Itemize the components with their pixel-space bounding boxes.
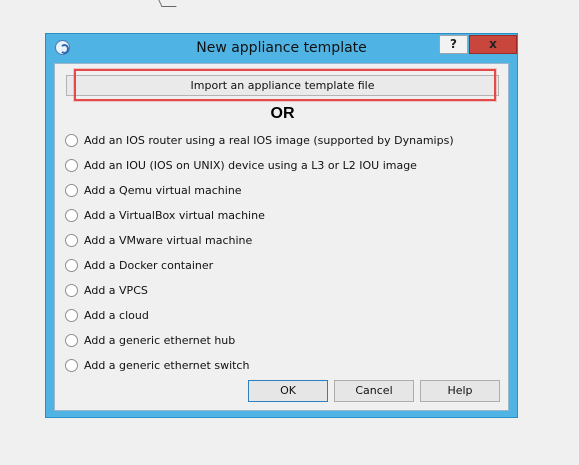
help-title-button[interactable]: ? [439,35,468,54]
option-vmware-vm[interactable]: Add a VMware virtual machine [65,231,252,249]
option-iou-device[interactable]: Add an IOU (IOS on UNIX) device using a … [65,156,417,174]
ok-button[interactable]: OK [248,380,328,402]
option-virtualbox-vm[interactable]: Add a VirtualBox virtual machine [65,206,265,224]
radio-button[interactable] [65,183,78,197]
radio-button[interactable] [65,208,78,222]
mouse-cursor-icon [158,0,177,7]
help-button[interactable]: Help [420,380,500,402]
radio-button[interactable] [65,283,78,297]
option-label: Add a generic ethernet switch [84,358,250,372]
import-highlight-box [74,69,496,101]
radio-button[interactable] [65,233,78,247]
radio-button[interactable] [65,258,78,272]
option-label: Add a VPCS [84,283,148,297]
option-qemu-vm[interactable]: Add a Qemu virtual machine [65,181,242,199]
option-docker-container[interactable]: Add a Docker container [65,256,213,274]
option-label: Add a VMware virtual machine [84,233,253,247]
option-cloud[interactable]: Add a cloud [65,306,149,324]
option-label: Add an IOS router using a real IOS image… [84,133,454,147]
title-bar[interactable]: New appliance template ? x [46,34,517,62]
option-label: Add a generic ethernet hub [84,333,236,347]
or-separator: OR [270,105,295,122]
radio-button[interactable] [65,358,78,372]
option-ios-router[interactable]: Add an IOS router using a real IOS image… [65,131,454,149]
radio-button[interactable] [65,333,78,347]
radio-button[interactable] [65,158,78,172]
cancel-button[interactable]: Cancel [334,380,414,402]
new-appliance-template-dialog: New appliance template ? x Import an app… [45,33,518,418]
option-ethernet-switch[interactable]: Add a generic ethernet switch [65,356,249,374]
option-label: Add an IOU (IOS on UNIX) device using a … [84,158,417,172]
option-label: Add a Docker container [84,258,214,272]
option-ethernet-hub[interactable]: Add a generic ethernet hub [65,331,235,349]
close-button[interactable]: x [469,35,517,54]
option-vpcs[interactable]: Add a VPCS [65,281,148,299]
option-label: Add a Qemu virtual machine [84,183,242,197]
radio-button[interactable] [65,308,78,322]
option-label: Add a cloud [84,308,149,322]
radio-button[interactable] [65,133,78,147]
option-label: Add a VirtualBox virtual machine [84,208,265,222]
